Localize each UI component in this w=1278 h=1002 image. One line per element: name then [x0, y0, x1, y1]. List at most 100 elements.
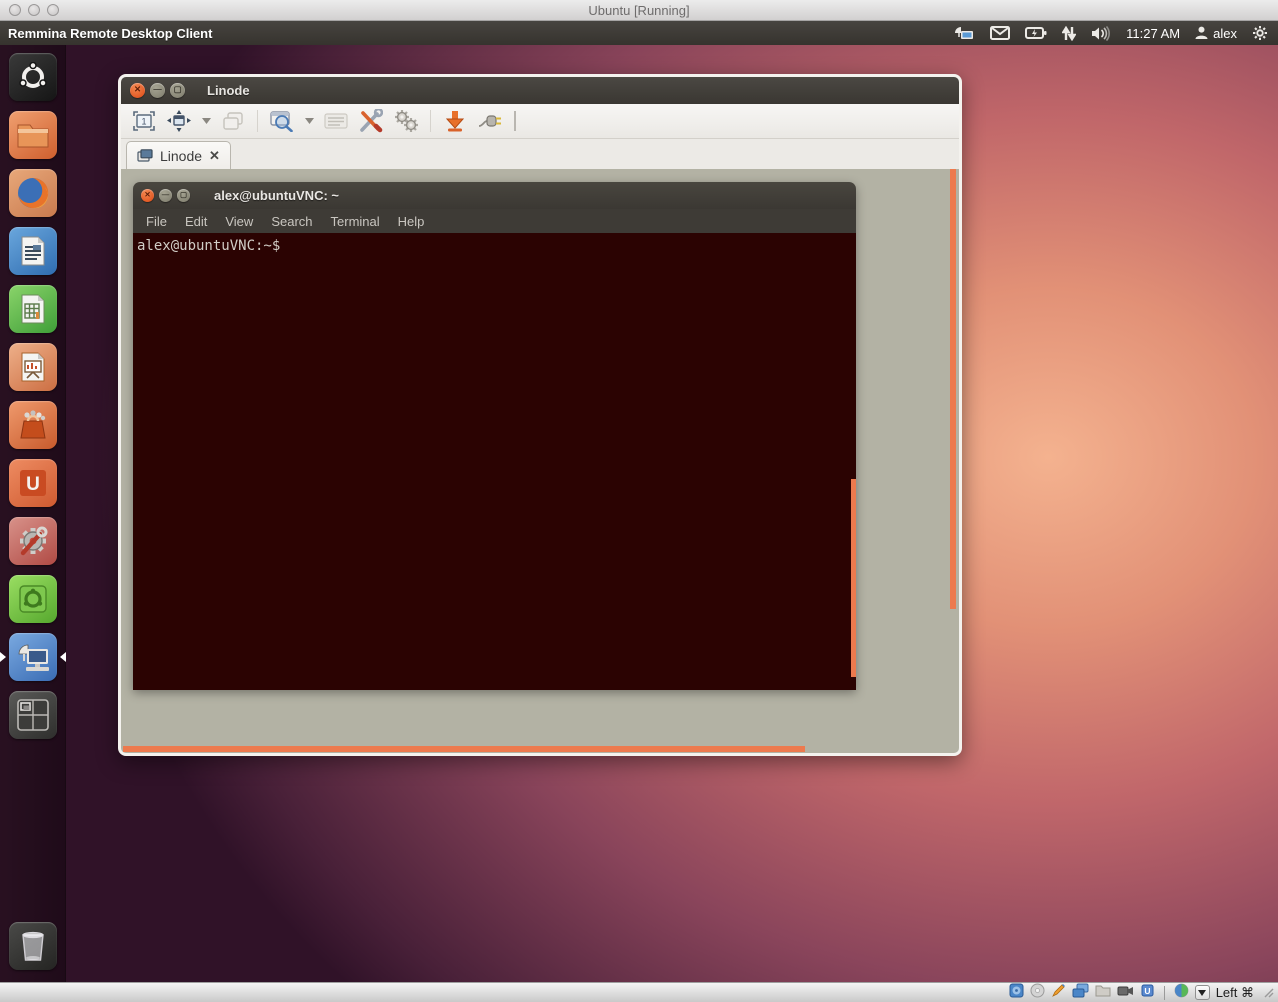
- terminal-window-title: alex@ubuntuVNC: ~: [214, 188, 339, 203]
- impress-presentation-icon: [19, 351, 47, 383]
- vm-window-title: Ubuntu [Running]: [0, 3, 1278, 18]
- menu-edit[interactable]: Edit: [185, 214, 207, 229]
- orange-download-arrow-icon: [444, 110, 466, 132]
- focused-indicator-arrow: [60, 652, 66, 662]
- vnc-artifact-bottom-bar: [123, 746, 805, 752]
- connection-tab-linode[interactable]: Linode ✕: [126, 141, 231, 169]
- remmina-window-buttons: ✕ — ▢: [130, 83, 185, 98]
- terminal-minimize-button[interactable]: —: [159, 189, 172, 202]
- user-indicator[interactable]: alex: [1195, 26, 1237, 41]
- preferences-button[interactable]: [393, 108, 419, 134]
- remmina-icon: [15, 640, 51, 674]
- menu-view[interactable]: View: [225, 214, 253, 229]
- remmina-titlebar: ✕ — ▢ Linode: [121, 77, 959, 104]
- network-windows-icon[interactable]: [1072, 983, 1089, 1002]
- menu-search[interactable]: Search: [271, 214, 312, 229]
- plug-icon: [478, 112, 502, 130]
- scaled-mode-caret[interactable]: [304, 118, 314, 124]
- battery-icon[interactable]: [1025, 27, 1047, 39]
- duplicate-windows-icon: [222, 111, 244, 131]
- vnc-artifact-right-strip: [950, 169, 956, 609]
- remmina-close-button[interactable]: ✕: [130, 83, 145, 98]
- disconnect-button[interactable]: [477, 108, 503, 134]
- launcher-item-software-updater[interactable]: [9, 575, 57, 623]
- launcher-item-dash-home[interactable]: [9, 53, 57, 101]
- launcher-item-ubuntu-one[interactable]: U: [9, 459, 57, 507]
- video-capture-icon[interactable]: [1117, 984, 1134, 1002]
- screen: Ubuntu [Running] Remmina Remote Desktop …: [0, 0, 1278, 1002]
- caret-down-icon: [305, 118, 314, 124]
- mouse-integration-icon-glyph: [1174, 983, 1189, 998]
- toolbar-edge-line: [514, 111, 516, 131]
- launcher-item-libreoffice-writer[interactable]: [9, 227, 57, 275]
- grab-keyboard-button[interactable]: [323, 108, 349, 134]
- duplicate-connection-button[interactable]: [220, 108, 246, 134]
- viewport-icon: 1: [133, 111, 155, 131]
- network-windows-icon-glyph: [1072, 983, 1089, 998]
- terminal-close-button[interactable]: ✕: [141, 189, 154, 202]
- volume-icon-glyph: [1091, 26, 1111, 41]
- remmina-maximize-button[interactable]: ▢: [170, 83, 185, 98]
- remmina-applet-icon[interactable]: [953, 25, 975, 41]
- menu-file[interactable]: File: [146, 214, 167, 229]
- remmina-window-title: Linode: [207, 83, 250, 98]
- optical-disc-icon[interactable]: [1030, 983, 1045, 1002]
- remote-terminal-window: ✕ — ▢ alex@ubuntuVNC: ~ File Edit View S…: [133, 182, 856, 690]
- pen-icon[interactable]: [1051, 983, 1066, 1002]
- scaled-mode-button[interactable]: [269, 108, 295, 134]
- username-label: alex: [1213, 26, 1237, 41]
- session-gear-icon[interactable]: [1252, 25, 1268, 41]
- iconify-button[interactable]: [442, 108, 468, 134]
- launcher-item-libreoffice-impress[interactable]: [9, 343, 57, 391]
- vbox-statusbar: U Left ⌘: [0, 982, 1278, 1002]
- launcher-item-software-center[interactable]: [9, 401, 57, 449]
- menu-help[interactable]: Help: [398, 214, 425, 229]
- launcher-item-firefox[interactable]: [9, 169, 57, 217]
- mail-icon-glyph: [990, 26, 1010, 40]
- unity-launcher: U: [0, 45, 66, 982]
- toggle-viewport-fullscreen-button[interactable]: 1: [131, 108, 157, 134]
- launcher-item-trash[interactable]: [9, 922, 57, 970]
- hard-disk-icon[interactable]: [1009, 983, 1024, 1002]
- vnc-artifact-vertical-line: [851, 479, 856, 677]
- session-gear-icon-glyph: [1252, 25, 1268, 41]
- remmina-window: ✕ — ▢ Linode 1: [118, 74, 962, 756]
- tab-close-icon[interactable]: ✕: [209, 149, 220, 162]
- resize-grip-icon: [1262, 986, 1274, 998]
- sync-arrows-icon[interactable]: [1062, 26, 1076, 41]
- panel-app-title: Remmina Remote Desktop Client: [0, 26, 212, 41]
- mail-icon[interactable]: [990, 26, 1010, 40]
- folder-icon: [16, 121, 50, 149]
- shared-folder-icon[interactable]: [1095, 984, 1111, 1002]
- launcher-item-remmina[interactable]: [9, 633, 57, 681]
- remmina-minimize-button[interactable]: —: [150, 83, 165, 98]
- terminal-body[interactable]: alex@ubuntuVNC:~$: [133, 233, 856, 690]
- toolbar-separator: [430, 110, 431, 132]
- launcher-item-files[interactable]: [9, 111, 57, 159]
- tab-screen-icon: [137, 149, 153, 162]
- vt-chip-icon[interactable]: U: [1140, 983, 1155, 1002]
- clock-indicator[interactable]: 11:27 AM: [1126, 26, 1180, 41]
- clock-label: 11:27 AM: [1126, 26, 1180, 41]
- remote-desktop-viewport[interactable]: ✕ — ▢ alex@ubuntuVNC: ~ File Edit View S…: [121, 169, 959, 753]
- host-key-icon[interactable]: [1195, 985, 1210, 1000]
- menu-terminal[interactable]: Terminal: [331, 214, 380, 229]
- resize-grip[interactable]: [1262, 986, 1274, 1000]
- user-icon: [1195, 26, 1208, 40]
- vm-titlebar: Ubuntu [Running]: [0, 0, 1278, 21]
- mouse-integration-icon[interactable]: [1174, 983, 1189, 1002]
- volume-icon[interactable]: [1091, 26, 1111, 41]
- launcher-item-workspace-switcher[interactable]: [9, 691, 57, 739]
- launcher-item-system-settings[interactable]: [9, 517, 57, 565]
- indicator-tray: 11:27 AM alex: [953, 25, 1278, 41]
- sync-arrows-icon-glyph: [1062, 26, 1076, 41]
- terminal-menubar: File Edit View Search Terminal Help: [133, 209, 856, 233]
- svg-text:U: U: [1144, 986, 1150, 996]
- tools-button[interactable]: [358, 108, 384, 134]
- terminal-maximize-button[interactable]: ▢: [177, 189, 190, 202]
- video-capture-icon-glyph: [1117, 985, 1134, 997]
- fit-window-caret[interactable]: [201, 118, 211, 124]
- launcher-item-libreoffice-calc[interactable]: [9, 285, 57, 333]
- fit-window-button[interactable]: [166, 108, 192, 134]
- running-indicator-arrow: [0, 652, 6, 662]
